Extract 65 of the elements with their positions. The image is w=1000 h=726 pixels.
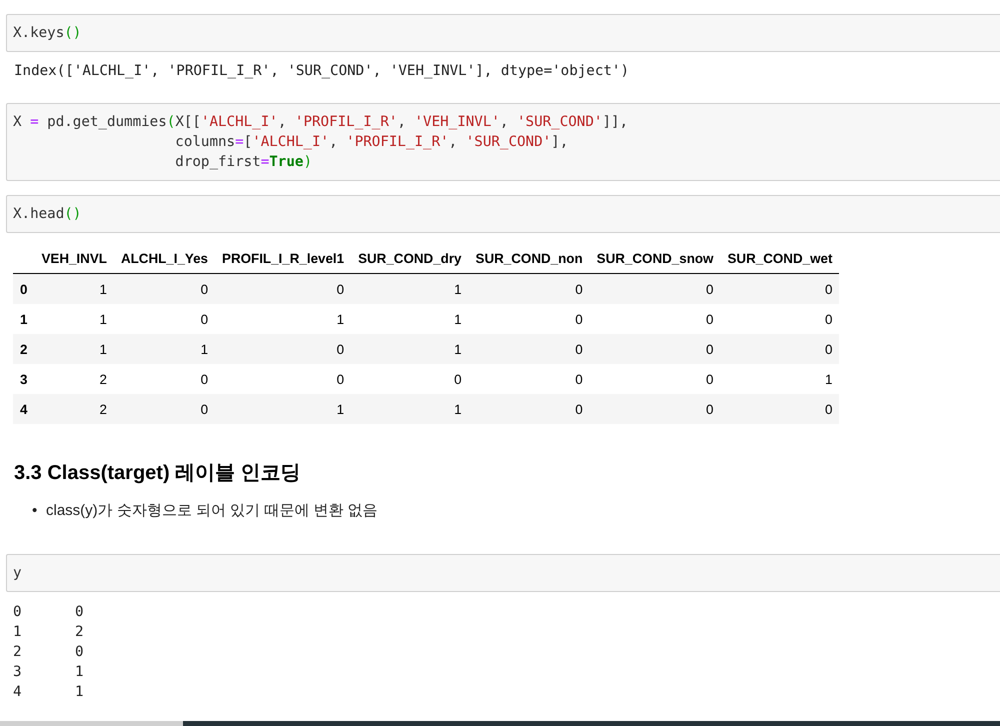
code-cell[interactable]: X.keys() [6,14,1000,52]
table-cell: 0 [590,334,720,364]
table-cell: 0 [720,394,840,424]
code-cell[interactable]: X = pd.get_dummies(X[['ALCHL_I', 'PROFIL_I_R', 'VEH_INVL', 'SUR_COND']], columns=['ALCHL_I', 'PROFIL_I_R', 'SUR_COND'], drop_first=True) [6,103,1000,181]
table-cell: 0 [215,334,352,364]
row-index: 4 [13,394,34,424]
table-cell: 0 [114,364,216,394]
bullet-marker: • [32,501,38,521]
table-cell: 1 [34,334,114,364]
table-cell: 0 [720,274,840,304]
table-cell: 1 [720,364,840,394]
section-heading: 3.3 Class(target) 레이블 인코딩 [14,461,302,486]
series-index: 0 [13,603,23,622]
table-cell: 0 [590,364,720,394]
code-line: X.head() [13,205,82,224]
series-value: 2 [75,623,84,642]
table-cell: 0 [590,304,720,334]
table-cell: 1 [351,334,469,364]
table-cell: 0 [351,364,469,394]
table-cell: 0 [468,394,590,424]
series-value: 1 [75,683,84,702]
table-cell: 2 [34,364,114,394]
series-index: 2 [13,643,23,662]
table-cell: 1 [34,304,114,334]
table-cell: 0 [468,304,590,334]
row-index: 1 [13,304,34,334]
series-index: 4 [13,683,23,702]
code-line: X = pd.get_dummies(X[['ALCHL_I', 'PROFIL_I_R', 'VEH_INVL', 'SUR_COND']], [13,113,630,132]
bullet-text: class(y)가 숫자형으로 되어 있기 때문에 변환 없음 [46,501,378,521]
code-line: y [13,564,23,583]
code-cell[interactable]: y [6,554,1000,592]
table-cell: 0 [468,364,590,394]
code-line: X.keys() [13,24,82,43]
series-index: 1 [13,623,23,642]
table-cell: 0 [468,274,590,304]
row-index: 2 [13,334,34,364]
table-cell: 0 [215,274,352,304]
table-cell: 1 [351,304,469,334]
table-cell: 1 [351,274,469,304]
table-cell: 0 [720,304,840,334]
table-cell: 1 [34,274,114,304]
table-cell: 1 [215,304,352,334]
table-cell: 0 [114,304,216,334]
row-index: 3 [13,364,34,394]
series-value: 0 [75,643,84,662]
row-index: 0 [13,274,34,304]
scrollbar-thumb[interactable] [183,721,1000,726]
table-cell: 0 [215,364,352,394]
table-cell: 0 [114,274,216,304]
table-cell: 0 [114,394,216,424]
code-cell[interactable]: X.head() [6,195,1000,233]
code-line: drop_first=True) [174,153,313,172]
table-cell: 2 [34,394,114,424]
table-cell: 1 [215,394,352,424]
table-cell: 0 [468,334,590,364]
table-cell: 1 [351,394,469,424]
series-value: 1 [75,663,84,682]
table-cell: 0 [720,334,840,364]
table-cell: 0 [590,274,720,304]
series-value: 0 [75,603,84,622]
output-text: Index(['ALCHL_I', 'PROFIL_I_R', 'SUR_COND', 'VEH_INVL'], dtype='object') [14,62,630,81]
series-index: 3 [13,663,23,682]
code-line: columns=['ALCHL_I', 'PROFIL_I_R', 'SUR_COND'], [174,133,570,152]
table-cell: 0 [590,394,720,424]
table-cell: 1 [114,334,216,364]
